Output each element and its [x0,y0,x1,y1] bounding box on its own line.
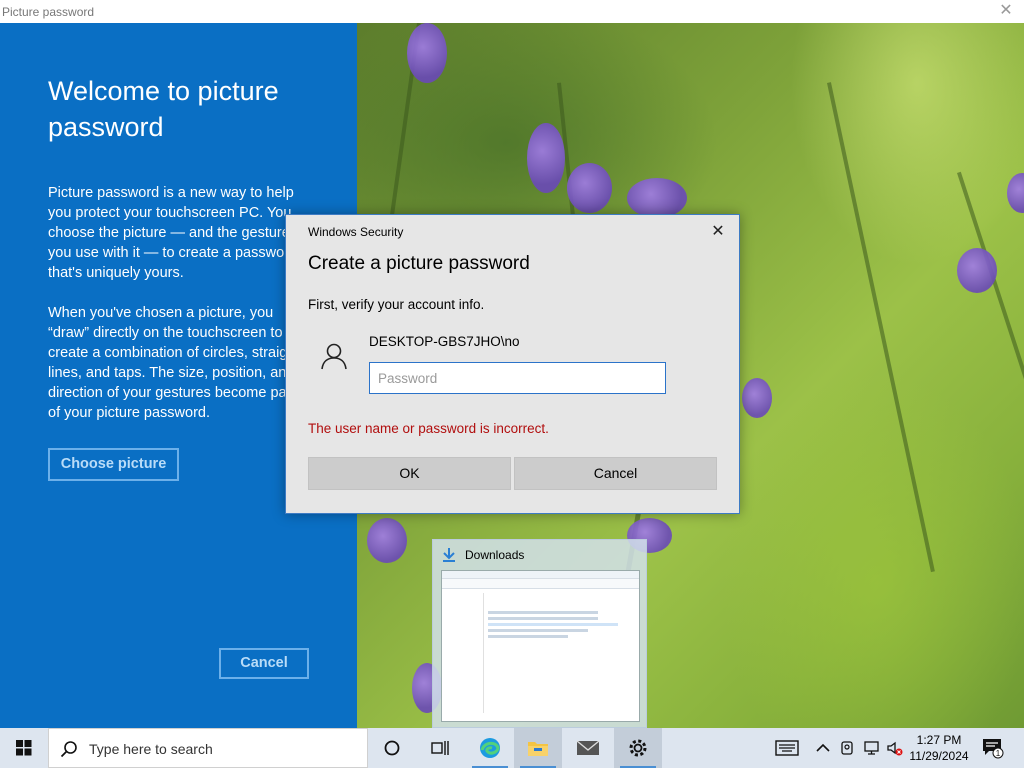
flower [957,248,997,293]
network-button[interactable] [860,728,884,768]
intro-line: Picture password is a new way to help [48,185,294,201]
downloads-thumbnail-preview[interactable]: Downloads [432,539,647,728]
volume-button[interactable] [884,728,906,768]
svg-text:1: 1 [996,749,1001,758]
edge-taskbar-button[interactable] [466,728,514,768]
account-name: DESKTOP-GBS7JHO\no [369,334,520,349]
taskbar-clock[interactable]: 1:27 PM 11/29/2024 [904,732,974,764]
notification-icon: 1 [983,739,1004,759]
window-title-bar: Picture password ✕ [0,0,1024,23]
download-arrow-icon [443,548,455,562]
meet-now-button[interactable] [836,728,858,768]
flower [367,518,407,563]
volume-muted-icon [887,741,903,756]
flower [567,163,612,213]
ok-button[interactable]: OK [308,457,511,490]
dialog-title: Create a picture password [308,253,530,274]
keyboard-icon [775,740,799,756]
choose-picture-button[interactable]: Choose picture [48,448,179,481]
cortana-button[interactable] [368,728,416,768]
flower [527,123,565,193]
welcome-heading-line2: password [48,112,164,142]
show-hidden-icons-button[interactable] [812,728,834,768]
task-view-button[interactable] [416,728,464,768]
stem [827,82,935,573]
file-explorer-taskbar-button[interactable] [514,728,562,768]
mail-taskbar-button[interactable] [564,728,612,768]
preview-row [488,635,568,638]
welcome-heading: Welcome to picture password [48,73,328,145]
stem [957,171,1024,649]
flower [627,178,687,218]
cancel-button[interactable]: Cancel [514,457,717,490]
flower [407,23,447,83]
preview-nav-pane [444,593,484,713]
preview-row [488,629,588,632]
start-button[interactable] [0,728,48,768]
preview-titlebar [442,571,639,579]
task-view-icon [431,741,449,755]
cortana-circle-icon [384,740,400,756]
clock-time: 1:27 PM [916,733,962,747]
window-title: Picture password [2,5,95,19]
flower [1007,173,1024,213]
action-center-button[interactable]: 1 [978,728,1008,768]
dialog-subtitle: First, verify your account info. [308,297,485,312]
thumbnail-window-preview [441,570,640,722]
clock-date: 11/29/2024 [909,749,969,763]
windows-logo-icon [16,740,32,756]
chevron-up-icon [816,743,830,752]
user-icon [321,343,347,370]
folder-icon [528,742,548,756]
touch-keyboard-button[interactable] [772,728,802,768]
preview-ribbon [442,579,639,589]
edge-icon [480,738,500,758]
preview-row [488,623,618,626]
meet-now-icon [841,741,853,755]
preview-row [488,617,598,620]
preview-row [488,611,598,614]
window-close-button[interactable]: ✕ [996,1,1016,21]
network-icon [864,741,879,755]
welcome-heading-line1: Welcome to picture [48,76,279,106]
welcome-cancel-button[interactable]: Cancel [219,648,309,679]
mail-icon [576,740,600,755]
search-icon [60,741,77,758]
taskbar: Type here to search 1:27 PM 11/29/2024 1 [0,728,1024,768]
dialog-caption: Windows Security [308,225,404,239]
thumbnail-label: Downloads [465,548,525,562]
gear-icon [629,739,647,757]
password-input[interactable] [369,362,666,394]
taskbar-search-box[interactable]: Type here to search [48,728,368,768]
settings-taskbar-button[interactable] [614,728,662,768]
windows-security-dialog: Windows Security ✕ Create a picture pass… [285,214,740,514]
flower [742,378,772,418]
dialog-close-button[interactable]: ✕ [709,221,727,241]
search-placeholder: Type here to search [89,741,213,757]
error-message: The user name or password is incorrect. [308,421,549,436]
